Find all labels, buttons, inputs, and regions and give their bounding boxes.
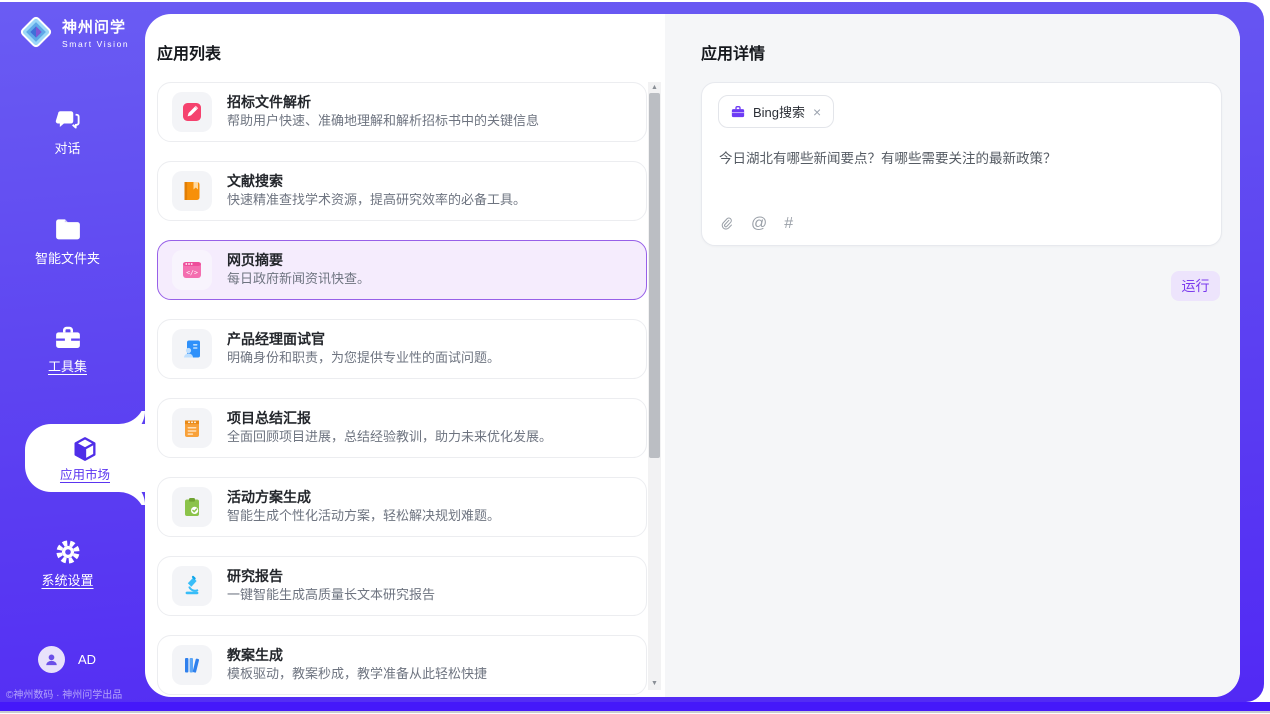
sidebar-item-chat[interactable]: 对话 [0, 106, 135, 155]
app-list: 招标文件解析 帮助用户快速、准确地理解和解析招标书中的关键信息 文献搜索 快速精… [157, 82, 647, 695]
gear-icon [54, 538, 82, 566]
at-icon[interactable]: @ [751, 216, 767, 232]
sidebar-item-label: 应用市场 [60, 469, 110, 482]
scrollbar-down-icon[interactable]: ▼ [648, 679, 661, 689]
main-content: 应用详情 Bing搜索 × 今日湖北有哪些新闻要点？有哪些需要关注的最新政策？ … [145, 14, 1240, 697]
tool-chip-bing-search[interactable]: Bing搜索 × [718, 95, 834, 128]
list-scrollbar[interactable]: ▲ ▼ [648, 82, 661, 690]
avatar [38, 646, 65, 673]
app-card-desc: 帮助用户快速、准确地理解和解析招标书中的关键信息 [227, 114, 539, 129]
bottom-edge-line [0, 711, 1270, 713]
app-detail-panel: 应用详情 Bing搜索 × 今日湖北有哪些新闻要点？有哪些需要关注的最新政策？ … [665, 14, 1240, 697]
microscope-icon [172, 566, 212, 606]
sidebar: 神州问学 Smart Vision 对话 智能文件夹 工具集 [0, 2, 145, 702]
briefcase-icon [730, 104, 746, 120]
app-list-title: 应用列表 [157, 40, 221, 64]
app-card-desc: 每日政府新闻资讯快查。 [227, 272, 370, 287]
app-detail-title: 应用详情 [701, 40, 765, 64]
web-code-icon: </> [172, 250, 212, 290]
app-card-pm-interviewer[interactable]: 产品经理面试官 明确身份和职责，为您提供专业性的面试问题。 [157, 319, 647, 379]
attachment-toolbar: @ # [719, 215, 793, 232]
paperclip-icon[interactable] [719, 215, 734, 232]
sidebar-item-label: 对话 [54, 142, 80, 155]
folder-icon [53, 216, 83, 244]
app-card-literature-search[interactable]: 文献搜索 快速精准查找学术资源，提高研究效率的必备工具。 [157, 161, 647, 221]
app-card-desc: 快速精准查找学术资源，提高研究效率的必备工具。 [227, 193, 526, 208]
toolbox-icon [53, 324, 83, 352]
app-card-name: 教案生成 [227, 648, 487, 663]
app-card-event-plan[interactable]: 活动方案生成 智能生成个性化活动方案，轻松解决规划难题。 [157, 477, 647, 537]
books-icon [172, 645, 212, 685]
tool-chip-label: Bing搜索 [753, 102, 805, 121]
sidebar-item-smart-folder[interactable]: 智能文件夹 [0, 216, 135, 265]
app-card-name: 文献搜索 [227, 174, 526, 189]
app-card-desc: 一键智能生成高质量长文本研究报告 [227, 588, 435, 603]
brand-name: 神州问学 [62, 16, 129, 37]
app-card-research-report[interactable]: 研究报告 一键智能生成高质量长文本研究报告 [157, 556, 647, 616]
app-card-name: 产品经理面试官 [227, 332, 500, 347]
sidebar-item-label: 智能文件夹 [35, 252, 100, 265]
scrollbar-thumb[interactable] [649, 93, 660, 458]
sidebar-item-label: 工具集 [48, 360, 87, 373]
app-card-project-summary[interactable]: 项目总结汇报 全面回顾项目进展，总结经验教训，助力未来优化发展。 [157, 398, 647, 458]
sidebar-item-settings[interactable]: 系统设置 [0, 538, 135, 587]
svg-text:</>: </> [186, 269, 198, 277]
app-card-desc: 模板驱动，教案秒成，教学准备从此轻松快捷 [227, 667, 487, 682]
app-card-name: 活动方案生成 [227, 490, 500, 505]
clipboard-check-icon [172, 487, 212, 527]
app-card-web-summary[interactable]: </> 网页摘要 每日政府新闻资讯快查。 [157, 240, 647, 300]
sidebar-footer-credit: ©神州数码 · 神州问学出品 [6, 686, 141, 701]
brand-logo: 神州问学 Smart Vision [18, 14, 129, 50]
chip-close-icon[interactable]: × [812, 105, 822, 119]
app-card-desc: 明确身份和职责，为您提供专业性的面试问题。 [227, 351, 500, 366]
app-card-name: 网页摘要 [227, 253, 370, 268]
app-card-name: 项目总结汇报 [227, 411, 552, 426]
app-card-lesson-plan[interactable]: 教案生成 模板驱动，教案秒成，教学准备从此轻松快捷 [157, 635, 647, 695]
diamond-logo-icon [18, 14, 54, 50]
notepad-icon [172, 408, 212, 448]
sidebar-item-app-market[interactable]: 应用市场 [25, 424, 145, 492]
book-icon [172, 171, 212, 211]
brand-subtitle: Smart Vision [62, 39, 129, 49]
user-account[interactable]: AD [38, 646, 96, 673]
app-card-bid-parsing[interactable]: 招标文件解析 帮助用户快速、准确地理解和解析招标书中的关键信息 [157, 82, 647, 142]
sidebar-item-toolbox[interactable]: 工具集 [0, 324, 135, 373]
user-name: AD [78, 652, 96, 667]
interview-doc-icon [172, 329, 212, 369]
app-card-name: 研究报告 [227, 569, 435, 584]
person-icon [43, 651, 60, 668]
document-edit-icon [172, 92, 212, 132]
chat-icon [54, 106, 82, 134]
cube-icon [71, 435, 99, 463]
app-card-desc: 智能生成个性化活动方案，轻松解决规划难题。 [227, 509, 500, 524]
run-button[interactable]: 运行 [1171, 271, 1220, 301]
hash-icon[interactable]: # [784, 216, 793, 232]
prompt-text[interactable]: 今日湖北有哪些新闻要点？有哪些需要关注的最新政策？ [719, 149, 1199, 169]
scrollbar-up-icon[interactable]: ▲ [648, 83, 661, 93]
app-card-name: 招标文件解析 [227, 95, 539, 110]
prompt-card: Bing搜索 × 今日湖北有哪些新闻要点？有哪些需要关注的最新政策？ @ # [701, 82, 1222, 246]
bottom-accent-bar [0, 702, 1270, 711]
sidebar-item-label: 系统设置 [41, 574, 93, 587]
app-card-desc: 全面回顾项目进展，总结经验教训，助力未来优化发展。 [227, 430, 552, 445]
